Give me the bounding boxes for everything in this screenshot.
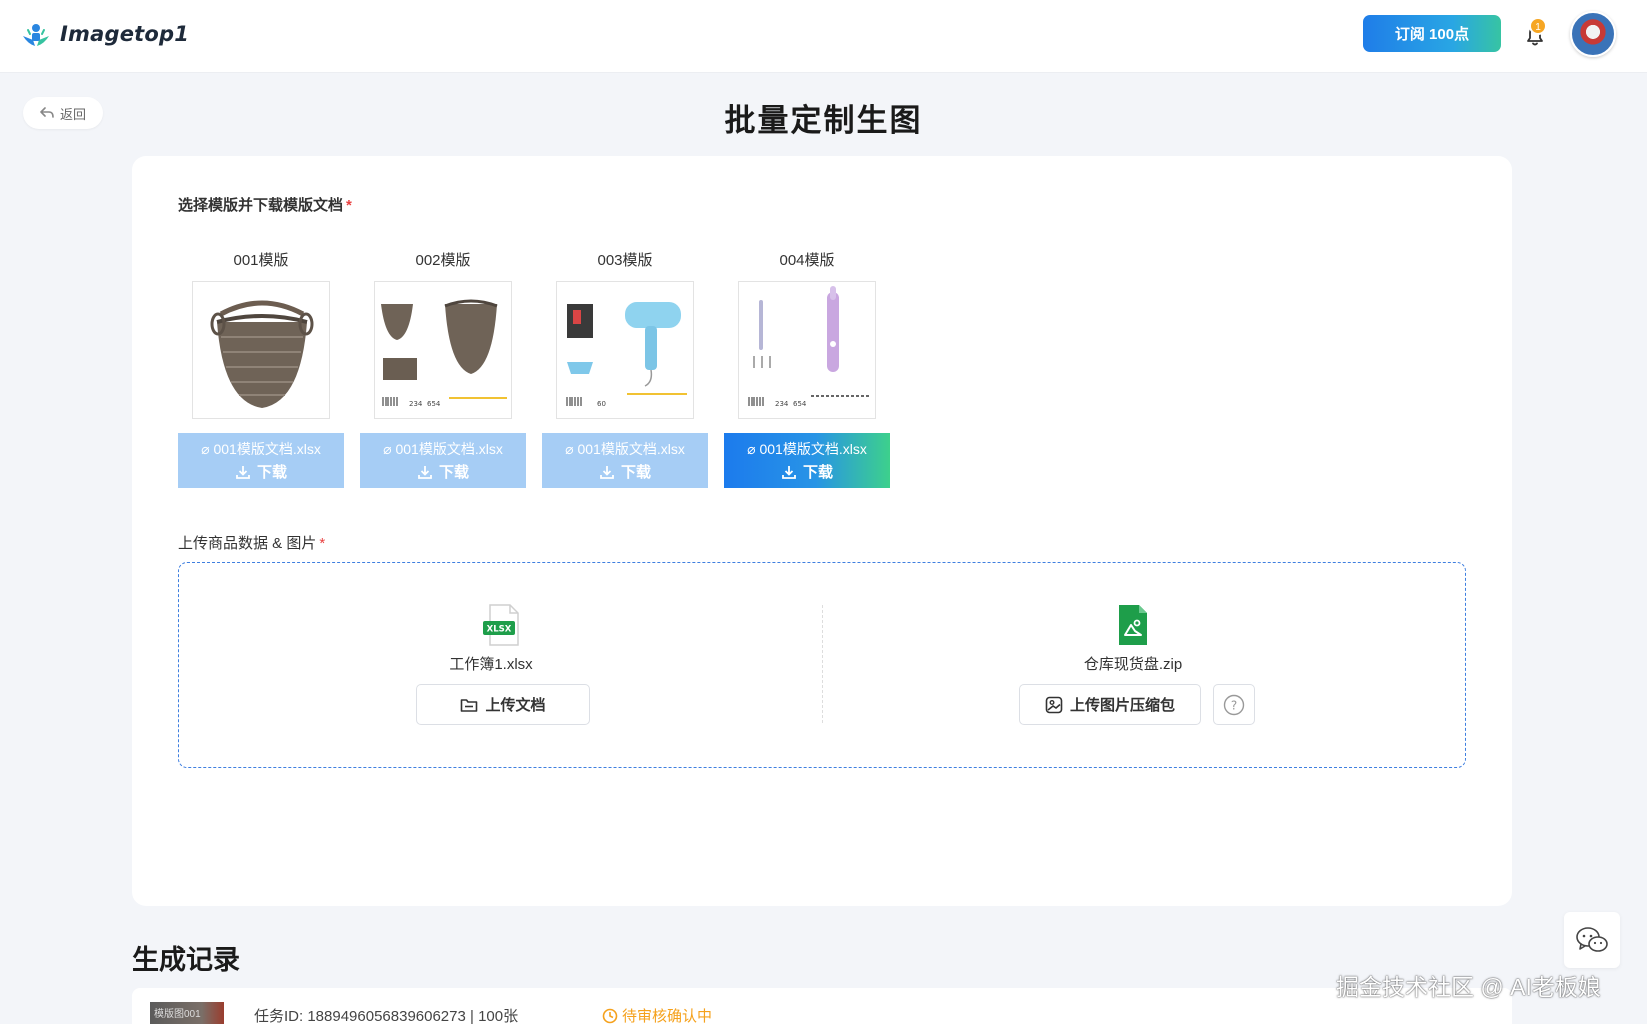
xlsx-icon-text: XLSX [487,625,512,635]
attachment-icon: ⌀ [565,441,574,457]
upload-document-label: 上传文档 [485,697,546,714]
notification-badge: 1 [1529,17,1547,35]
template-file-name: 001模版文档.xlsx [213,441,321,457]
template-file-name: 001模版文档.xlsx [577,441,685,457]
attachment-icon: ⌀ [747,441,756,457]
record-thumbnail[interactable]: 模版图001 [150,1002,224,1024]
logo-icon [23,24,49,46]
template-name: 003模版 [597,252,653,269]
xlsx-file-icon: XLSX [483,604,519,646]
download-template-button[interactable]: ⌀ 001模版文档.xlsx 下载 [360,433,526,488]
selected-document-name: 工作簿1.xlsx [449,656,533,673]
help-button[interactable]: ? [1213,684,1255,725]
download-label: 下载 [438,464,469,481]
watermark-text: 掘金技术社区 @ AI老板娘 [1336,974,1601,1000]
upload-divider [822,605,823,723]
svg-text:234: 234 [775,400,789,408]
template-thumbnail[interactable] [192,281,330,419]
hair-dryer-image: 60 [566,302,687,408]
top-bar: Imagetop1 订阅 100点 1 [0,0,1647,73]
wechat-icon [1576,927,1608,952]
upload-image-archive-label: 上传图片压缩包 [1069,697,1175,714]
download-icon [236,465,250,479]
download-label: 下载 [620,464,651,481]
template-card-003[interactable]: 003模版 60 ⌀ 001模版文档.xlsx 下载 [542,249,708,488]
app-logo[interactable]: Imagetop1 [20,18,189,50]
page-title: 批量定制生图 [724,103,923,138]
history-title: 生成记录 [132,945,240,975]
selected-archive-name: 仓库现货盘.zip [1083,656,1183,673]
upload-dropzone[interactable]: XLSX 工作簿1.xlsx 上传文档 仓库现货盘.zip 上传图片压缩包 ? [178,562,1466,768]
svg-text:654: 654 [427,400,441,408]
app-name: Imagetop1 [60,22,190,46]
download-icon [600,465,614,479]
template-card-002[interactable]: 002模版 234 654 ⌀ 001模版文档.xlsx 下载 [360,249,526,488]
svg-text:234: 234 [409,400,423,408]
template-name: 004模版 [779,252,835,269]
template-name: 001模版 [233,252,289,269]
template-thumbnail[interactable]: 60 [556,281,694,419]
user-avatar[interactable] [1570,11,1616,57]
record-status: 待审核确认中 [602,1005,712,1024]
template-card-001[interactable]: 001模版 ⌀ 001模版文档.xlsx 下载 [178,249,344,488]
template-card-004[interactable]: 004模版 234 654 ⌀ 001模版文档.xlsx 下载 [724,249,890,488]
basket-spec-image: 234 654 [381,299,507,408]
batch-form-card: 选择模版并下载模版文档 * 001模版 ⌀ 001模版文档.xlsx 下载 00… [132,156,1512,906]
record-task-info: 任务ID: 1889496056839606273 | 100张 [254,1008,519,1024]
history-record-row[interactable]: 模版图001 任务ID: 1889496056839606273 | 100张 … [132,988,1512,1024]
download-label: 下载 [802,464,833,481]
download-template-button[interactable]: ⌀ 001模版文档.xlsx 下载 [724,433,890,488]
upload-section-label: 上传商品数据 & 图片 * [178,535,326,552]
record-status-text: 待审核确认中 [622,1008,713,1024]
download-icon [782,465,796,479]
download-template-button[interactable]: ⌀ 001模版文档.xlsx 下载 [178,433,344,488]
template-section-label: 选择模版并下载模版文档 * [178,197,352,214]
download-template-button[interactable]: ⌀ 001模版文档.xlsx 下载 [542,433,708,488]
subscribe-button[interactable]: 订阅 100点 [1363,15,1501,52]
clock-icon [602,1008,618,1023]
toothbrush-image: 234 654 [748,286,869,408]
upload-image-archive-button[interactable]: 上传图片压缩包 [1019,684,1201,725]
template-name: 002模版 [415,252,471,269]
download-icon [418,465,432,479]
template-file-name: 001模版文档.xlsx [395,441,503,457]
attachment-icon: ⌀ [383,441,392,457]
svg-text:?: ? [1231,698,1237,712]
template-thumbnail[interactable]: 234 654 [738,281,876,419]
wechat-contact-button[interactable] [1564,912,1620,968]
record-thumb-label: 模版图001 [154,1009,201,1020]
folder-icon [461,698,478,712]
template-thumbnail[interactable]: 234 654 [374,281,512,419]
svg-text:654: 654 [793,400,807,408]
download-label: 下载 [256,464,287,481]
question-icon: ? [1223,694,1245,715]
attachment-icon: ⌀ [201,441,210,457]
required-mark: * [319,535,326,552]
basket-image [210,300,314,408]
template-file-name: 001模版文档.xlsx [759,441,867,457]
image-icon [1045,696,1063,713]
image-archive-icon [1119,605,1147,645]
required-mark: * [346,197,352,214]
upload-document-button[interactable]: 上传文档 [416,684,590,725]
svg-text:60: 60 [597,400,606,408]
